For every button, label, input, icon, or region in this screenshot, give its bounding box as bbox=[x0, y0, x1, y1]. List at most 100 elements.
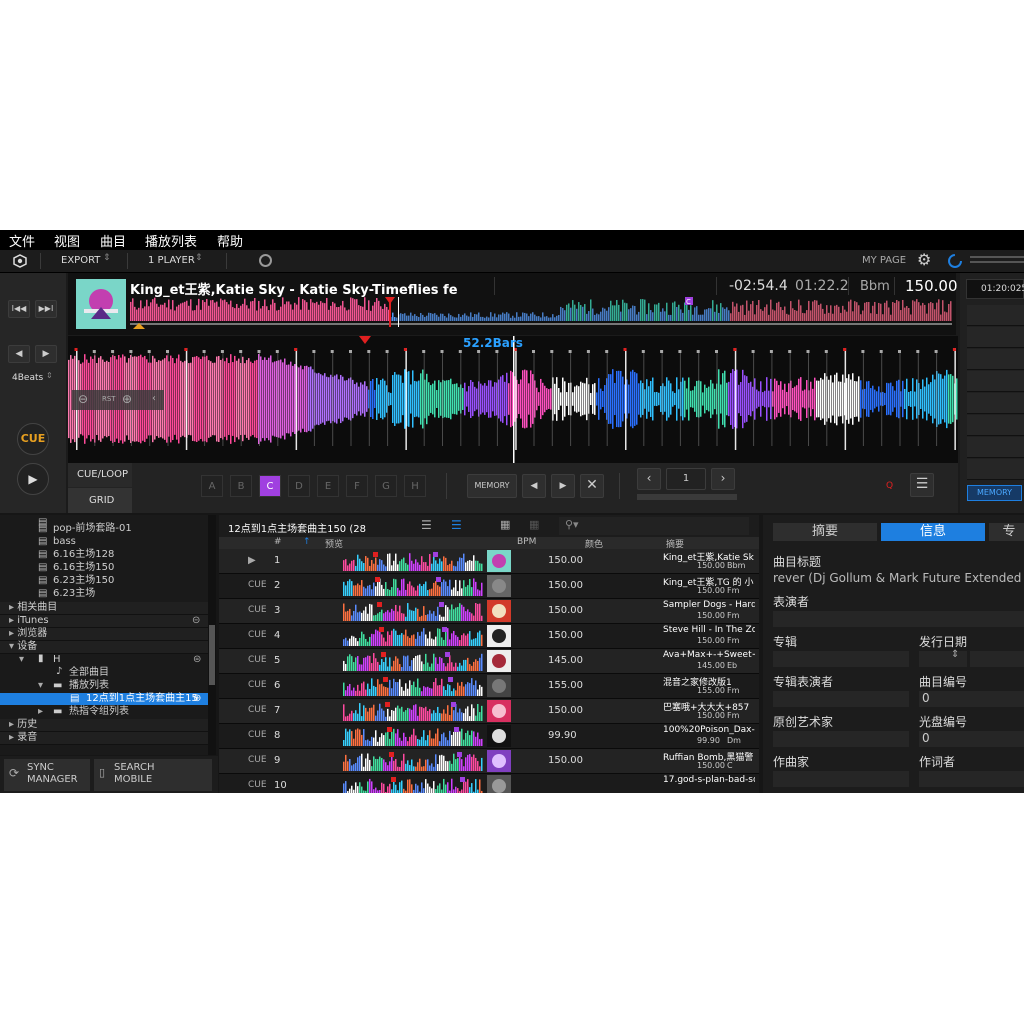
row-preview-waveform[interactable] bbox=[343, 626, 483, 646]
row-preview-waveform[interactable] bbox=[343, 651, 483, 671]
counter-slider[interactable] bbox=[637, 494, 737, 500]
menu-file[interactable]: 文件 bbox=[9, 231, 35, 250]
row-state[interactable]: CUE bbox=[248, 780, 267, 790]
row-preview-waveform[interactable] bbox=[343, 726, 483, 746]
row-preview-waveform[interactable] bbox=[343, 676, 483, 696]
memory-tab-button[interactable]: MEMORY bbox=[967, 485, 1022, 501]
table-row[interactable]: CUE 10 17.god-s-plan-bad-so bbox=[219, 774, 759, 793]
table-row[interactable]: CUE 6 155.00 混音之家修改版1 155.00 Fm bbox=[219, 674, 759, 699]
field-lyricist[interactable] bbox=[919, 771, 1024, 787]
search-input[interactable]: ⚲▾ bbox=[559, 517, 749, 535]
row-preview-waveform[interactable] bbox=[343, 751, 483, 771]
row-state[interactable]: CUE bbox=[248, 680, 267, 690]
row-state[interactable]: CUE bbox=[248, 630, 267, 640]
table-row[interactable]: CUE 8 99.90 100%20Poison_Dax- 99.90 Dm bbox=[219, 724, 759, 749]
beats-arrows-icon[interactable]: ⇕ bbox=[46, 371, 53, 380]
tree-item-1[interactable]: pop-前场套路-01 bbox=[53, 523, 132, 535]
memory-slot[interactable] bbox=[967, 305, 1024, 326]
add-icon[interactable]: ⊕ bbox=[193, 693, 201, 705]
date-stepper-icon[interactable]: ⇕ bbox=[951, 649, 959, 660]
memory-slot[interactable] bbox=[967, 327, 1024, 348]
player-arrows-icon[interactable]: ⇕ bbox=[195, 253, 203, 263]
hotcue-f[interactable]: F bbox=[346, 475, 368, 497]
tab-summary[interactable]: 摘要 bbox=[773, 523, 877, 541]
col-bpm[interactable]: BPM bbox=[517, 537, 536, 547]
table-row[interactable]: CUE 7 150.00 巴塞哦+大大大+857 150.00 Fm bbox=[219, 699, 759, 724]
table-row[interactable]: CUE 4 150.00 Steve Hill - In The Zo 150.00 Fm bbox=[219, 624, 759, 649]
tree-playlists[interactable]: 播放列表 bbox=[69, 680, 109, 692]
grid-tab[interactable]: GRID bbox=[68, 488, 132, 513]
quantize-indicator[interactable]: Q bbox=[886, 481, 893, 491]
row-state[interactable]: CUE bbox=[248, 580, 267, 590]
hotcue-h[interactable]: H bbox=[404, 475, 426, 497]
next-track-button[interactable]: ▶▶I bbox=[35, 300, 57, 318]
memory-next-button[interactable]: ▶ bbox=[551, 474, 575, 498]
my-page-link[interactable]: MY PAGE bbox=[862, 255, 906, 266]
field-release[interactable] bbox=[919, 651, 967, 667]
overview-waveform[interactable]: C bbox=[130, 297, 952, 329]
menu-view[interactable]: 视图 bbox=[54, 231, 80, 250]
row-preview-waveform[interactable] bbox=[343, 776, 483, 793]
memory-slot[interactable] bbox=[967, 459, 1024, 480]
settings-gear-icon[interactable]: ⚙ bbox=[917, 250, 931, 269]
panel-view-icon[interactable]: ▦ bbox=[500, 518, 510, 531]
eject-icon[interactable]: ⊜ bbox=[193, 654, 201, 666]
tree-related[interactable]: ▸ 相关曲目 bbox=[0, 602, 208, 615]
field-orig-artist[interactable] bbox=[773, 731, 909, 747]
delete-cue-button[interactable]: ✕ bbox=[580, 474, 604, 498]
player-mode[interactable]: 1 PLAYER bbox=[148, 255, 195, 266]
menu-playlist[interactable]: 播放列表 bbox=[145, 231, 197, 250]
tree-selected-playlist[interactable]: ▤ 12点到1点主场套曲主15 ⊕ bbox=[0, 693, 208, 705]
beatjump-back-button[interactable]: ◀ bbox=[8, 345, 30, 363]
cue-loop-tab[interactable]: CUE/LOOP bbox=[68, 463, 132, 487]
memory-slot[interactable] bbox=[967, 371, 1024, 392]
tree-item-6[interactable]: 6.23主场 bbox=[53, 588, 95, 600]
menu-help[interactable]: 帮助 bbox=[217, 231, 243, 250]
table-row[interactable]: CUE 9 150.00 Ruffian Bomb,黑猫警 150.00 C bbox=[219, 749, 759, 774]
memory-slot[interactable] bbox=[967, 393, 1024, 414]
sort-arrow-icon[interactable]: ↑ bbox=[303, 537, 311, 547]
field-album[interactable] bbox=[773, 651, 909, 667]
col-number[interactable]: # bbox=[274, 537, 282, 547]
row-state[interactable]: CUE bbox=[248, 755, 267, 765]
row-state[interactable]: CUE bbox=[248, 705, 267, 715]
table-row[interactable]: CUE 2 150.00 King_et王紫,TG 的 小 150.00 Fm bbox=[219, 574, 759, 599]
table-row[interactable]: CUE 5 145.00 Ava+Max+-+Sweet+8 145.00 Eb bbox=[219, 649, 759, 674]
tab-more[interactable]: 专 bbox=[989, 523, 1024, 541]
detail-view-icon[interactable]: ☰ bbox=[451, 518, 462, 532]
record-icon[interactable] bbox=[259, 254, 272, 267]
search-mobile-button[interactable]: ▯ SEARCH MOBILE bbox=[94, 759, 212, 791]
hotcue-c[interactable]: C bbox=[259, 475, 281, 497]
deck-menu-icon[interactable]: ☰ bbox=[910, 473, 934, 497]
field-track-no[interactable]: 0 bbox=[919, 691, 1024, 707]
field-artist[interactable] bbox=[773, 611, 1024, 627]
hotcue-d[interactable]: D bbox=[288, 475, 310, 497]
row-preview-waveform[interactable] bbox=[343, 601, 483, 621]
hotcue-a[interactable]: A bbox=[201, 475, 223, 497]
row-state[interactable]: CUE bbox=[248, 605, 267, 615]
row-state[interactable]: CUE bbox=[248, 730, 267, 740]
memory-prev-button[interactable]: ◀ bbox=[522, 474, 546, 498]
table-row[interactable]: ▶ 1 150.00 King_et王紫,Katie Sk 150.00 Bbm bbox=[219, 549, 759, 574]
memory-slot[interactable] bbox=[967, 349, 1024, 370]
sync-manager-button[interactable]: ⟳ SYNC MANAGER bbox=[4, 759, 90, 791]
list-view-icon[interactable]: ☰ bbox=[421, 518, 432, 532]
tree-history[interactable]: ▸ 历史 bbox=[0, 719, 208, 732]
tree-scrollbar[interactable] bbox=[208, 515, 216, 755]
counter-value[interactable]: 1 bbox=[666, 468, 706, 490]
tree-item-4[interactable]: 6.16主场150 bbox=[53, 562, 114, 574]
export-arrows-icon[interactable]: ⇕ bbox=[103, 253, 111, 263]
row-state[interactable]: ▶ bbox=[248, 555, 256, 566]
tree-item-5[interactable]: 6.23主场150 bbox=[53, 575, 114, 587]
tree-recording[interactable]: ▸ 录音 bbox=[0, 732, 208, 745]
table-row[interactable]: CUE 3 150.00 Sampler Dogs - Hard 150.00 Fm bbox=[219, 599, 759, 624]
field-album-artist[interactable] bbox=[773, 691, 909, 707]
zoom-reset-button[interactable]: RST bbox=[102, 395, 116, 403]
split-view-icon[interactable]: ▦ bbox=[529, 518, 539, 531]
previous-track-button[interactable]: I◀◀ bbox=[8, 300, 30, 318]
tree-devices[interactable]: ▾ 设备 bbox=[0, 641, 208, 654]
counter-increase-button[interactable]: › bbox=[711, 468, 735, 490]
tab-info[interactable]: 信息 bbox=[881, 523, 985, 541]
tree-item-3[interactable]: 6.16主场128 bbox=[53, 549, 114, 561]
rekordbox-logo-icon[interactable] bbox=[13, 254, 27, 268]
